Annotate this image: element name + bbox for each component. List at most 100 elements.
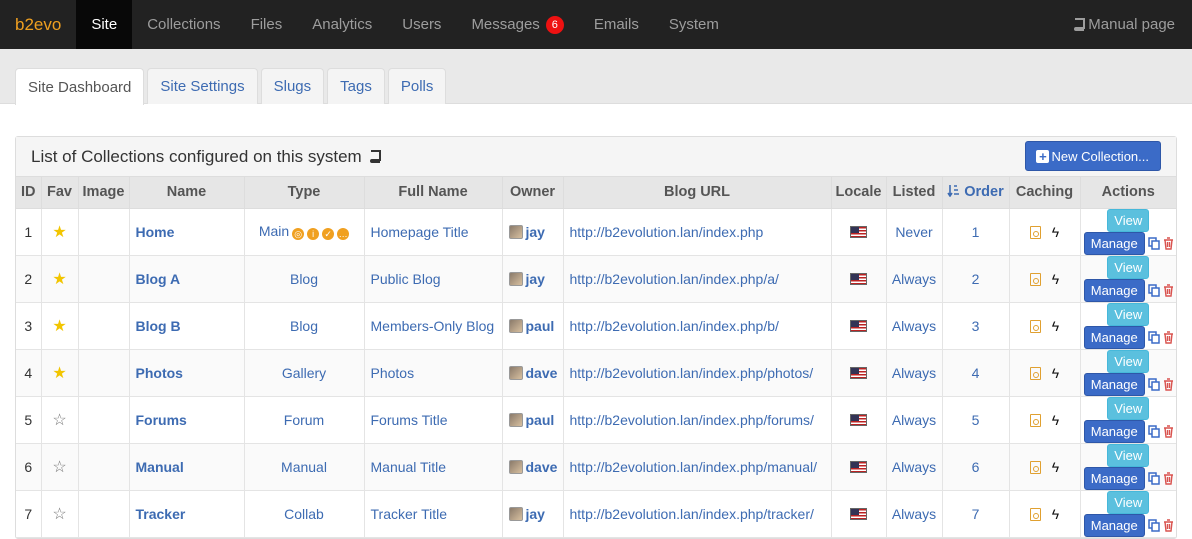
col-order[interactable]: Order <box>941 177 1010 209</box>
row-name-link[interactable]: Blog A <box>128 254 245 303</box>
row-blog-url-link[interactable]: http://b2evolution.lan/index.php/a/ <box>562 254 832 303</box>
favorite-star-icon[interactable]: ★ <box>40 254 79 303</box>
brand-logo[interactable]: b2evo <box>0 0 76 49</box>
bolt-icon[interactable]: ϟ <box>1052 271 1059 287</box>
bolt-icon[interactable]: ϟ <box>1052 224 1059 240</box>
row-blog-url-link[interactable]: http://b2evolution.lan/index.php/photos/ <box>562 348 832 397</box>
page-cache-icon[interactable] <box>1029 413 1041 427</box>
row-owner[interactable]: jay <box>501 254 564 303</box>
favorite-star-icon[interactable]: ☆ <box>40 395 79 444</box>
row-locale[interactable] <box>830 301 887 350</box>
page-cache-icon[interactable] <box>1029 225 1041 239</box>
view-button[interactable]: View <box>1107 443 1150 467</box>
manage-button[interactable]: Manage <box>1083 419 1145 443</box>
view-button[interactable]: View <box>1107 490 1150 514</box>
new-collection-button[interactable]: + New Collection... <box>1025 141 1161 171</box>
favorite-star-icon[interactable]: ☆ <box>40 489 79 538</box>
row-locale[interactable] <box>830 442 887 491</box>
row-owner[interactable]: jay <box>501 489 564 538</box>
col-fav[interactable]: Fav <box>40 177 79 209</box>
page-cache-icon[interactable] <box>1029 272 1041 286</box>
nav-site[interactable]: Site <box>76 0 133 49</box>
copy-icon[interactable] <box>1147 518 1160 532</box>
row-owner[interactable]: dave <box>501 348 564 397</box>
row-type-link[interactable]: Blog <box>290 318 318 334</box>
row-locale[interactable] <box>830 489 887 538</box>
page-cache-icon[interactable] <box>1029 507 1041 521</box>
tab-site-dashboard[interactable]: Site Dashboard <box>15 68 145 105</box>
row-locale[interactable] <box>830 348 887 397</box>
row-blog-url-link[interactable]: http://b2evolution.lan/index.php <box>562 207 832 256</box>
row-type-link[interactable]: Collab <box>284 506 324 522</box>
manage-button[interactable]: Manage <box>1083 513 1145 537</box>
manual-page-link[interactable]: Manual page <box>1058 0 1192 49</box>
bolt-icon[interactable]: ϟ <box>1052 459 1059 475</box>
row-name-link[interactable]: Tracker <box>128 489 245 538</box>
nav-files[interactable]: Files <box>236 0 298 49</box>
row-type-link[interactable]: Blog <box>290 271 318 287</box>
copy-icon[interactable] <box>1147 283 1160 297</box>
row-blog-url-link[interactable]: http://b2evolution.lan/index.php/manual/ <box>562 442 832 491</box>
row-type-link[interactable]: Manual <box>281 459 327 475</box>
nav-analytics[interactable]: Analytics <box>297 0 387 49</box>
row-name-link[interactable]: Blog B <box>128 301 245 350</box>
bolt-icon[interactable]: ϟ <box>1052 506 1059 522</box>
row-owner[interactable]: jay <box>501 207 564 256</box>
delete-icon[interactable] <box>1163 471 1174 485</box>
manage-button[interactable]: Manage <box>1083 466 1145 490</box>
view-button[interactable]: View <box>1107 208 1150 232</box>
row-owner[interactable]: paul <box>501 395 564 444</box>
row-name-link[interactable]: Manual <box>128 442 245 491</box>
row-order[interactable]: 4 <box>941 348 1010 397</box>
page-cache-icon[interactable] <box>1029 319 1041 333</box>
delete-icon[interactable] <box>1163 424 1174 438</box>
row-full-name-link[interactable]: Members-Only Blog <box>363 301 503 350</box>
row-full-name-link[interactable]: Manual Title <box>363 442 503 491</box>
copy-icon[interactable] <box>1147 330 1160 344</box>
row-order[interactable]: 5 <box>941 395 1010 444</box>
row-locale[interactable] <box>830 207 887 256</box>
tab-tags[interactable]: Tags <box>327 68 385 104</box>
favorite-star-icon[interactable]: ★ <box>40 348 79 397</box>
row-locale[interactable] <box>830 254 887 303</box>
row-order[interactable]: 1 <box>941 207 1010 256</box>
row-order[interactable]: 2 <box>941 254 1010 303</box>
bolt-icon[interactable]: ϟ <box>1052 412 1059 428</box>
row-listed[interactable]: Always <box>885 348 943 397</box>
row-listed[interactable]: Always <box>885 442 943 491</box>
page-cache-icon[interactable] <box>1029 460 1041 474</box>
row-name-link[interactable]: Forums <box>128 395 245 444</box>
row-listed[interactable]: Never <box>885 207 943 256</box>
manage-button[interactable]: Manage <box>1083 231 1145 255</box>
favorite-star-icon[interactable]: ☆ <box>40 442 79 491</box>
delete-icon[interactable] <box>1163 518 1174 532</box>
row-type-link[interactable]: Gallery <box>282 365 326 381</box>
delete-icon[interactable] <box>1163 330 1174 344</box>
manage-button[interactable]: Manage <box>1083 278 1145 302</box>
col-name[interactable]: Name <box>128 177 245 209</box>
row-blog-url-link[interactable]: http://b2evolution.lan/index.php/tracker… <box>562 489 832 538</box>
row-name-link[interactable]: Home <box>128 207 245 256</box>
copy-icon[interactable] <box>1147 236 1160 250</box>
manual-book-icon[interactable] <box>369 150 381 163</box>
row-locale[interactable] <box>830 395 887 444</box>
manage-button[interactable]: Manage <box>1083 325 1145 349</box>
row-blog-url-link[interactable]: http://b2evolution.lan/index.php/b/ <box>562 301 832 350</box>
copy-icon[interactable] <box>1147 471 1160 485</box>
row-full-name-link[interactable]: Forums Title <box>363 395 503 444</box>
manage-button[interactable]: Manage <box>1083 372 1145 396</box>
row-owner[interactable]: dave <box>501 442 564 491</box>
nav-emails[interactable]: Emails <box>579 0 654 49</box>
row-owner[interactable]: paul <box>501 301 564 350</box>
nav-collections[interactable]: Collections <box>132 0 235 49</box>
copy-icon[interactable] <box>1147 424 1160 438</box>
col-listed[interactable]: Listed <box>885 177 943 209</box>
tab-site-settings[interactable]: Site Settings <box>147 68 258 104</box>
col-blog-url[interactable]: Blog URL <box>562 177 832 209</box>
row-order[interactable]: 7 <box>941 489 1010 538</box>
delete-icon[interactable] <box>1163 236 1174 250</box>
row-type-link[interactable]: Forum <box>284 412 324 428</box>
page-cache-icon[interactable] <box>1029 366 1041 380</box>
view-button[interactable]: View <box>1107 396 1150 420</box>
tab-slugs[interactable]: Slugs <box>260 68 325 104</box>
